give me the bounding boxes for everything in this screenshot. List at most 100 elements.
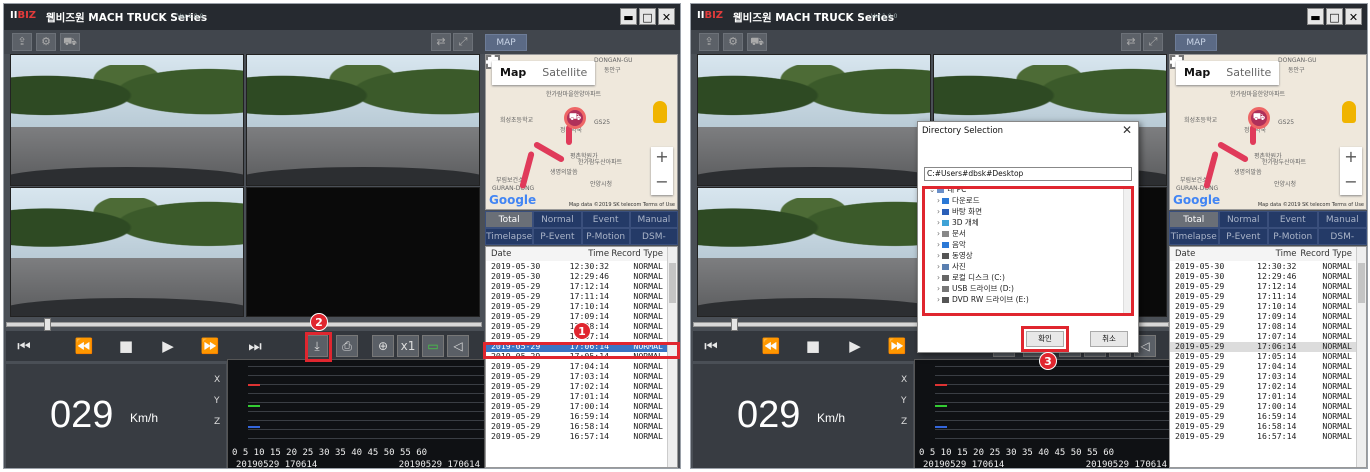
video-channel-1[interactable] xyxy=(10,54,244,186)
skip-back-icon[interactable]: ⏮ xyxy=(699,335,723,357)
skip-back-icon[interactable]: ⏮ xyxy=(12,335,36,357)
graph-grid-line xyxy=(935,420,1171,421)
filter-tab-manual[interactable]: Manual xyxy=(629,211,678,228)
print-icon[interactable]: ⎙ xyxy=(336,335,358,357)
filter-tab-manual[interactable]: Manual xyxy=(1317,211,1367,228)
seek-knob[interactable] xyxy=(731,318,738,331)
map-tab-satellite[interactable]: Satellite xyxy=(534,61,595,85)
filter-tab-normal[interactable]: Normal xyxy=(533,211,582,228)
filter-tab-p-motion[interactable]: P-Motion xyxy=(581,228,630,245)
list-row[interactable]: 2019-05-29 16:57:14 NORMAL xyxy=(486,431,667,442)
google-logo: Google xyxy=(489,193,537,207)
cancel-button[interactable]: 취소 xyxy=(1090,331,1128,347)
map-label: DONGAN-GU xyxy=(594,57,633,64)
minimize-button[interactable]: ▬ xyxy=(620,8,637,25)
filter-tab-dsm-event[interactable]: DSM-Event xyxy=(629,228,678,259)
column-header[interactable]: Time xyxy=(1241,247,1297,261)
settings-icon[interactable]: ⚙ xyxy=(36,33,56,51)
filter-tab-total[interactable]: Total xyxy=(485,211,534,228)
fast-forward-icon[interactable]: ⏩ xyxy=(198,335,222,357)
filter-tab-total[interactable]: Total xyxy=(1169,211,1219,228)
vehicle-location-icon: ⛟ xyxy=(564,107,586,129)
speed-unit: Km/h xyxy=(130,411,159,425)
truck-icon[interactable]: ⛟ xyxy=(60,33,80,51)
filter-tab-timelapse[interactable]: Timelapse xyxy=(485,228,534,245)
map-label: 희성초등학교 xyxy=(1184,117,1218,124)
record-list[interactable]: Date Time Record Type 2019-05-30 12:30:32 NOR… xyxy=(1169,246,1367,468)
filter-tab-dsm-event[interactable]: DSM-Event xyxy=(1317,228,1367,259)
play-icon[interactable]: ▶ xyxy=(843,335,867,357)
filter-tab-normal[interactable]: Normal xyxy=(1218,211,1268,228)
column-header[interactable]: Date xyxy=(1170,247,1241,261)
column-header[interactable]: Date xyxy=(486,247,555,261)
fullscreen-icon[interactable]: ⤢ xyxy=(453,33,473,51)
list-row[interactable]: 2019-05-29 16:57:14 NORMAL xyxy=(1170,431,1356,442)
zoom-in-button[interactable]: + xyxy=(1340,147,1362,166)
upload-icon[interactable]: ⇪ xyxy=(699,33,719,51)
zoom-controls[interactable]: + − xyxy=(651,147,673,195)
filter-tab-p-event[interactable]: P-Event xyxy=(1218,228,1268,245)
rewind-icon[interactable]: ⏪ xyxy=(72,335,96,357)
video-channel-1[interactable] xyxy=(697,54,931,186)
video-channel-2[interactable] xyxy=(246,54,480,186)
settings-icon[interactable]: ⚙ xyxy=(723,33,743,51)
map-tab-map[interactable]: Map xyxy=(1176,61,1218,85)
map-toggle-button[interactable]: MAP xyxy=(485,34,527,51)
fullscreen-icon[interactable]: ⤢ xyxy=(1143,33,1163,51)
zoom-out-button[interactable]: − xyxy=(1340,172,1362,191)
zoom-icon[interactable]: ⊕ xyxy=(372,335,394,357)
street-view-peg-icon[interactable] xyxy=(653,101,667,123)
column-header[interactable]: Record Type xyxy=(609,247,667,261)
stop-icon[interactable]: ■ xyxy=(801,335,825,357)
filter-tab-timelapse[interactable]: Timelapse xyxy=(1169,228,1219,245)
video-channel-4[interactable] xyxy=(246,187,480,317)
street-view-peg-icon[interactable] xyxy=(1342,101,1356,123)
stop-icon[interactable]: ■ xyxy=(114,335,138,357)
maximize-button[interactable]: □ xyxy=(1326,8,1343,25)
list-scroll-thumb[interactable] xyxy=(1358,263,1365,303)
close-button[interactable]: ✕ xyxy=(1345,8,1362,25)
directory-path-field[interactable]: C:#Users#dbsk#Desktop xyxy=(924,167,1132,181)
video-channel-3[interactable] xyxy=(10,187,244,317)
map-credit: Map data ©2019 SK telecom Terms of Use xyxy=(568,202,675,208)
dialog-close-button[interactable]: ✕ xyxy=(1122,123,1132,137)
column-header[interactable]: Record Type xyxy=(1296,247,1356,261)
close-button[interactable]: ✕ xyxy=(658,8,675,25)
swap-channel-icon[interactable]: ⇄ xyxy=(1121,33,1141,51)
filter-tab-event[interactable]: Event xyxy=(1268,211,1318,228)
video-channel-3[interactable] xyxy=(697,187,931,317)
filter-tab-p-event[interactable]: P-Event xyxy=(533,228,582,245)
gsensor-graph: X Y Z 0 5 10 15 20 25 30 35 40 45 50 55 60 2… xyxy=(214,359,485,468)
map-tab-map[interactable]: Map xyxy=(492,61,534,85)
column-header[interactable]: Time xyxy=(555,247,609,261)
graph-grid-line xyxy=(248,429,484,430)
map-toggle-button[interactable]: MAP xyxy=(1175,34,1217,51)
rewind-icon[interactable]: ⏪ xyxy=(759,335,783,357)
fast-forward-icon[interactable]: ⏩ xyxy=(885,335,909,357)
map-tab-satellite[interactable]: Satellite xyxy=(1218,61,1279,85)
zoom-in-button[interactable]: + xyxy=(651,147,673,166)
swap-channel-icon[interactable]: ⇄ xyxy=(431,33,451,51)
seek-bar[interactable] xyxy=(6,322,482,327)
zoom-out-button[interactable]: − xyxy=(651,172,673,191)
map-view[interactable]: Map Satellite DONGAN-GU 동안구 한가람마을한양아파트 희성초등학교… xyxy=(485,54,678,210)
playback-controls: ⏮⏪■▶⏩⏭⤓⎙⊕x1▭◁ xyxy=(6,331,484,361)
truck-icon[interactable]: ⛟ xyxy=(747,33,767,51)
upload-icon[interactable]: ⇪ xyxy=(12,33,32,51)
list-scroll-thumb[interactable] xyxy=(669,263,676,303)
filter-tab-p-motion[interactable]: P-Motion xyxy=(1268,228,1318,245)
minimize-button[interactable]: ▬ xyxy=(1307,8,1324,25)
zoom-controls[interactable]: + − xyxy=(1340,147,1362,195)
graph-grid-line xyxy=(248,402,484,403)
speed-display: 029 Km/h xyxy=(6,364,226,468)
speed-x1-icon[interactable]: x1 xyxy=(397,335,419,357)
play-icon[interactable]: ▶ xyxy=(156,335,180,357)
maximize-button[interactable]: □ xyxy=(639,8,656,25)
mute-icon[interactable]: ◁ xyxy=(447,335,469,357)
map-view[interactable]: Map Satellite DONGAN-GU 동안구 한가람마을한양아파트 희성초등학교… xyxy=(1169,54,1367,210)
screen-icon[interactable]: ▭ xyxy=(422,335,444,357)
skip-forward-icon[interactable]: ⏭ xyxy=(243,335,267,357)
list-scrollbar[interactable] xyxy=(1356,247,1366,467)
filter-tab-event[interactable]: Event xyxy=(581,211,630,228)
seek-knob[interactable] xyxy=(44,318,51,331)
